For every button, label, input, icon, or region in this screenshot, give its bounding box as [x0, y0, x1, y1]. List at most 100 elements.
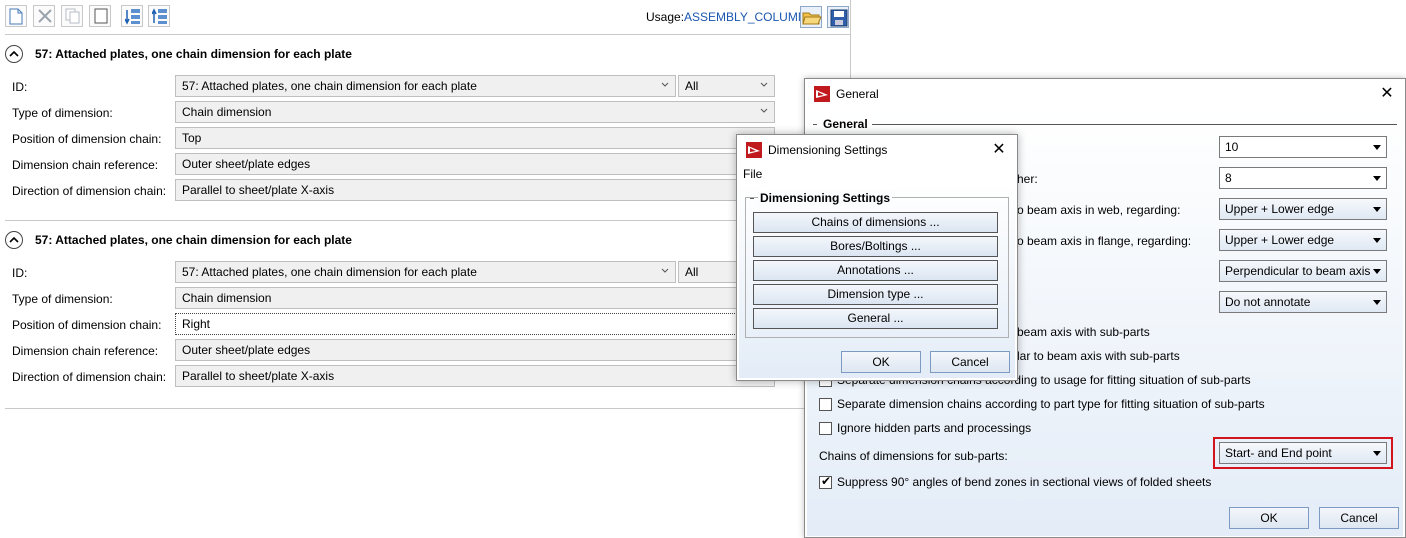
direction-dropdown[interactable]: Parallel to sheet/plate X-axis: [175, 179, 775, 201]
direction-dropdown[interactable]: Parallel to sheet/plate X-axis: [175, 365, 775, 387]
paste-button[interactable]: [89, 5, 111, 27]
checkmark-icon: ✔: [821, 474, 832, 488]
annotate-combo[interactable]: Do not annotate: [1219, 291, 1387, 313]
move-up-icon: [152, 8, 167, 24]
id-value: 57: Attached plates, one chain dimension…: [182, 265, 477, 279]
general-settings-button[interactable]: General ...: [753, 308, 998, 329]
close-icon: ✕: [992, 141, 1006, 158]
reference-dropdown[interactable]: Outer sheet/plate edges: [175, 339, 775, 361]
divider: [5, 408, 851, 409]
chevron-down-icon: [760, 108, 768, 113]
dimension-rule-section: 57: Attached plates, one chain dimension…: [5, 220, 851, 402]
combo-value: Start- and End point: [1225, 446, 1332, 460]
id-filter-dropdown[interactable]: All: [678, 75, 775, 97]
close-button[interactable]: ✕: [989, 140, 1009, 160]
save-button[interactable]: [827, 6, 849, 28]
position-label: Position of dimension chain:: [12, 318, 162, 332]
settings-group: Dimensioning Settings Chains of dimensio…: [745, 191, 1009, 338]
move-down-button[interactable]: [121, 5, 143, 27]
collapse-button[interactable]: [5, 45, 23, 63]
chevron-down-icon: [661, 82, 669, 87]
usage-value: ASSEMBLY_COLUMN: [684, 10, 807, 24]
dialog-title: General: [836, 87, 879, 101]
setting-label: her:: [1017, 172, 1038, 186]
direction-value: Parallel to sheet/plate X-axis: [182, 183, 335, 197]
reference-label: Dimension chain reference:: [12, 158, 159, 172]
suppress-angles-checkbox[interactable]: ✔: [819, 474, 832, 489]
position-dropdown[interactable]: Right: [175, 313, 775, 335]
ok-button[interactable]: OK: [1229, 507, 1309, 529]
id-dropdown[interactable]: 57: Attached plates, one chain dimension…: [175, 261, 676, 283]
new-document-icon: [9, 8, 23, 25]
type-label: Type of dimension:: [12, 292, 113, 306]
combo-value: 8: [1225, 171, 1232, 185]
dropdown-arrow-icon: [1373, 451, 1381, 456]
group-line: [872, 124, 1397, 125]
annotations-button[interactable]: Annotations ...: [753, 260, 998, 281]
combo-value: Perpendicular to beam axis: [1225, 264, 1371, 278]
save-icon: [830, 9, 848, 27]
checkbox-label: Ignore hidden parts and processings: [837, 421, 1032, 435]
new-document-button[interactable]: [5, 5, 27, 27]
chains-of-dimensions-button[interactable]: Chains of dimensions ...: [753, 212, 998, 233]
chevron-up-icon: [9, 236, 19, 243]
id-filter-value: All: [685, 265, 699, 279]
dialog-body: Dimensioning Settings Chains of dimensio…: [739, 185, 1015, 378]
bores-boltings-button[interactable]: Bores/Boltings ...: [753, 236, 998, 257]
group-title: General: [823, 117, 868, 131]
dropdown-arrow-icon: [1373, 145, 1381, 150]
position-dropdown[interactable]: Top: [175, 127, 775, 149]
ignore-hidden-checkbox[interactable]: [819, 422, 832, 435]
copy-button[interactable]: [61, 5, 83, 27]
id-dropdown[interactable]: 57: Attached plates, one chain dimension…: [175, 75, 676, 97]
close-button[interactable]: ✕: [1377, 84, 1397, 104]
section-title: 57: Attached plates, one chain dimension…: [35, 233, 352, 247]
dropdown-arrow-icon: [1373, 176, 1381, 181]
dimensioning-settings-dialog: Dimensioning Settings ✕ File Dimensionin…: [736, 134, 1018, 381]
reference-label: Dimension chain reference:: [12, 344, 159, 358]
open-folder-button[interactable]: [800, 6, 822, 28]
setting-combo[interactable]: 8: [1219, 167, 1387, 189]
type-dropdown[interactable]: Chain dimension: [175, 287, 775, 309]
web-edge-combo[interactable]: Upper + Lower edge: [1219, 198, 1387, 220]
direction-combo[interactable]: Perpendicular to beam axis: [1219, 260, 1387, 282]
chains-label: Chains of dimensions for sub-parts:: [819, 449, 1008, 463]
group-line: [750, 198, 754, 199]
collapse-button[interactable]: [5, 231, 23, 249]
copy-icon: [65, 8, 80, 24]
menu-file[interactable]: File: [743, 167, 762, 181]
usage-label: Usage:: [646, 10, 685, 24]
direction-label: Direction of dimension chain:: [12, 184, 167, 198]
dimension-type-button[interactable]: Dimension type ...: [753, 284, 998, 305]
setting-combo[interactable]: 10: [1219, 136, 1387, 158]
dialog-titlebar: Dimensioning Settings ✕: [737, 135, 1017, 165]
reference-value: Outer sheet/plate edges: [182, 157, 311, 171]
type-dropdown[interactable]: Chain dimension: [175, 101, 775, 123]
chevron-down-icon: [661, 268, 669, 273]
dialog-title: Dimensioning Settings: [768, 143, 888, 157]
group-title: Dimensioning Settings: [758, 191, 893, 205]
flange-edge-combo[interactable]: Upper + Lower edge: [1219, 229, 1387, 251]
section-title: 57: Attached plates, one chain dimension…: [35, 47, 352, 61]
reference-value: Outer sheet/plate edges: [182, 343, 311, 357]
cancel-button[interactable]: Cancel: [930, 351, 1010, 373]
checkbox-label: Suppress 90° angles of bend zones in sec…: [837, 475, 1212, 489]
move-up-button[interactable]: [148, 5, 170, 27]
combo-value: 10: [1225, 140, 1239, 154]
checkbox-label: beam axis with sub-parts: [1017, 325, 1150, 339]
menu-bar: File: [737, 167, 1017, 185]
delete-icon: [38, 9, 52, 23]
chevron-down-icon: [760, 82, 768, 87]
parttype-separate-checkbox[interactable]: [819, 398, 832, 411]
open-folder-icon: [802, 12, 822, 25]
cancel-button[interactable]: Cancel: [1319, 507, 1399, 529]
ok-button[interactable]: OK: [841, 351, 921, 373]
reference-dropdown[interactable]: Outer sheet/plate edges: [175, 153, 775, 175]
position-value: Top: [182, 131, 202, 145]
chains-combo[interactable]: Start- and End point: [1219, 442, 1387, 464]
type-value: Chain dimension: [182, 291, 272, 305]
dropdown-arrow-icon: [1373, 300, 1381, 305]
id-label: ID:: [12, 266, 28, 280]
delete-button[interactable]: [33, 5, 55, 27]
position-value: Right: [182, 317, 211, 331]
